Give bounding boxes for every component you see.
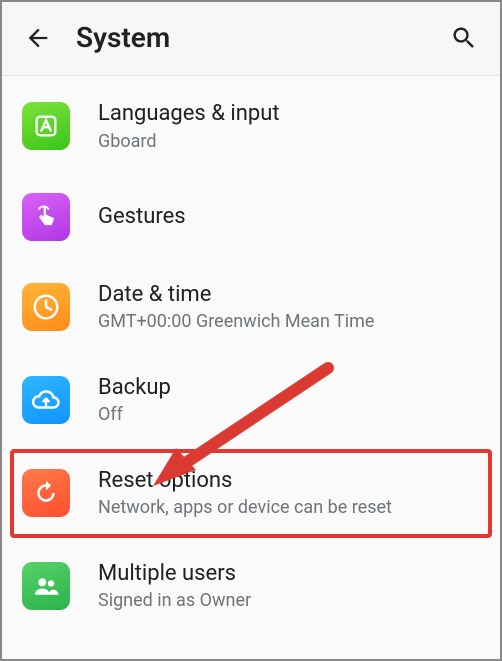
- item-multiple-users[interactable]: Multiple users Signed in as Owner: [0, 540, 502, 633]
- search-icon: [450, 24, 478, 52]
- settings-list: Languages & input Gboard Gestures Date &…: [0, 76, 502, 636]
- item-title: Date & time: [98, 281, 374, 309]
- item-title: Backup: [98, 374, 171, 402]
- item-languages-input[interactable]: Languages & input Gboard: [0, 80, 502, 173]
- back-arrow-icon: [24, 24, 52, 52]
- item-title: Reset options: [98, 467, 392, 495]
- clock-icon: [22, 283, 70, 331]
- search-button[interactable]: [444, 18, 484, 58]
- gestures-icon: [22, 193, 70, 241]
- item-subtitle: GMT+00:00 Greenwich Mean Time: [98, 310, 374, 333]
- reset-icon: [22, 469, 70, 517]
- page-title: System: [76, 21, 444, 54]
- languages-icon: [22, 102, 70, 150]
- item-backup[interactable]: Backup Off: [0, 354, 502, 447]
- item-subtitle: Gboard: [98, 130, 280, 153]
- item-title: Multiple users: [98, 560, 251, 588]
- item-date-time[interactable]: Date & time GMT+00:00 Greenwich Mean Tim…: [0, 261, 502, 354]
- item-title: Languages & input: [98, 100, 280, 128]
- item-subtitle: Signed in as Owner: [98, 589, 251, 612]
- item-subtitle: Off: [98, 403, 171, 426]
- cloud-backup-icon: [22, 376, 70, 424]
- item-subtitle: Network, apps or device can be reset: [98, 496, 392, 519]
- item-title: Gestures: [98, 203, 186, 231]
- users-icon: [22, 562, 70, 610]
- back-button[interactable]: [18, 18, 58, 58]
- item-gestures[interactable]: Gestures: [0, 173, 502, 261]
- item-reset-options[interactable]: Reset options Network, apps or device ca…: [0, 447, 502, 540]
- app-header: System: [0, 0, 502, 76]
